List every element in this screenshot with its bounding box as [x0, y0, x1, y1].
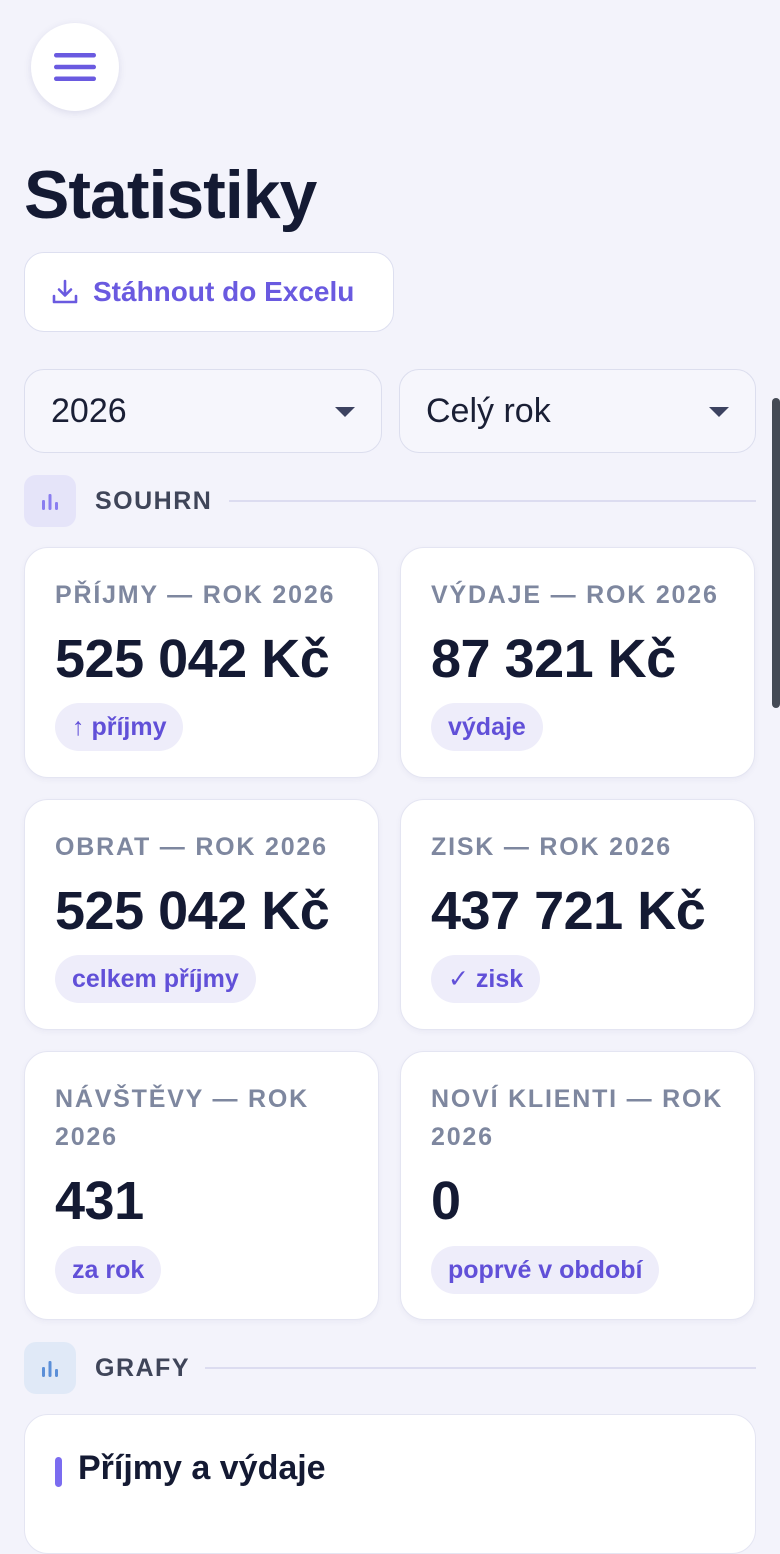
income-badge: ↑ příjmy — [55, 703, 184, 751]
period-select-value: Celý rok — [426, 391, 551, 430]
new-clients-badge: poprvé v období — [431, 1246, 660, 1294]
new-clients-label: NOVÍ KLIENTI — ROK 2026 — [431, 1085, 724, 1151]
year-select[interactable]: 2026 — [24, 369, 382, 453]
menu-button[interactable] — [31, 23, 119, 111]
income-card: PŘÍJMY — ROK 2026 525 042 Kč ↑ příjmy — [24, 547, 379, 778]
export-excel-button[interactable]: Stáhnout do Excelu — [24, 252, 394, 332]
income-label: PŘÍJMY — ROK 2026 — [55, 581, 336, 609]
year-select-value: 2026 — [51, 391, 127, 430]
visits-card: NÁVŠTĚVY — ROK 2026 431 za rok — [24, 1051, 379, 1320]
title-accent-bar — [55, 1457, 62, 1487]
income-expenses-chart-card: Příjmy a výdaje — [24, 1414, 756, 1554]
turnover-value: 525 042 Kč — [55, 881, 330, 941]
profit-value: 437 721 Kč — [431, 881, 706, 941]
summary-section-title: SOUHRN — [95, 486, 213, 515]
expenses-value: 87 321 Kč — [431, 629, 676, 689]
income-value: 525 042 Kč — [55, 629, 330, 689]
visits-label: NÁVŠTĚVY — ROK 2026 — [55, 1085, 309, 1151]
turnover-card: OBRAT — ROK 2026 525 042 Kč celkem příjm… — [24, 799, 379, 1030]
bar-chart-icon — [24, 1342, 76, 1394]
chart-card-title: Příjmy a výdaje — [78, 1449, 326, 1487]
hamburger-menu-icon — [54, 53, 96, 81]
charts-section-header: GRAFY — [24, 1342, 190, 1394]
charts-section-title: GRAFY — [95, 1353, 190, 1382]
new-clients-value: 0 — [431, 1171, 461, 1231]
new-clients-card: NOVÍ KLIENTI — ROK 2026 0 poprvé v obdob… — [400, 1051, 755, 1320]
profit-badge: ✓ zisk — [431, 955, 541, 1003]
visits-badge: za rok — [55, 1246, 162, 1294]
period-select[interactable]: Celý rok — [399, 369, 756, 453]
summary-divider — [229, 500, 756, 502]
profit-label: ZISK — ROK 2026 — [431, 833, 672, 861]
scrollbar[interactable] — [772, 398, 780, 708]
bar-chart-icon — [24, 475, 76, 527]
expenses-badge: výdaje — [431, 703, 543, 751]
chevron-down-icon — [709, 407, 729, 417]
expenses-card: VÝDAJE — ROK 2026 87 321 Kč výdaje — [400, 547, 755, 778]
profit-card: ZISK — ROK 2026 437 721 Kč ✓ zisk — [400, 799, 755, 1030]
expenses-label: VÝDAJE — ROK 2026 — [431, 581, 719, 609]
visits-value: 431 — [55, 1171, 144, 1231]
turnover-badge: celkem příjmy — [55, 955, 256, 1003]
turnover-label: OBRAT — ROK 2026 — [55, 833, 328, 861]
charts-divider — [205, 1367, 756, 1369]
page-title: Statistiky — [24, 157, 317, 233]
summary-section-header: SOUHRN — [24, 475, 212, 527]
download-icon — [52, 279, 78, 304]
export-button-label: Stáhnout do Excelu — [93, 276, 355, 307]
chevron-down-icon — [335, 407, 355, 417]
